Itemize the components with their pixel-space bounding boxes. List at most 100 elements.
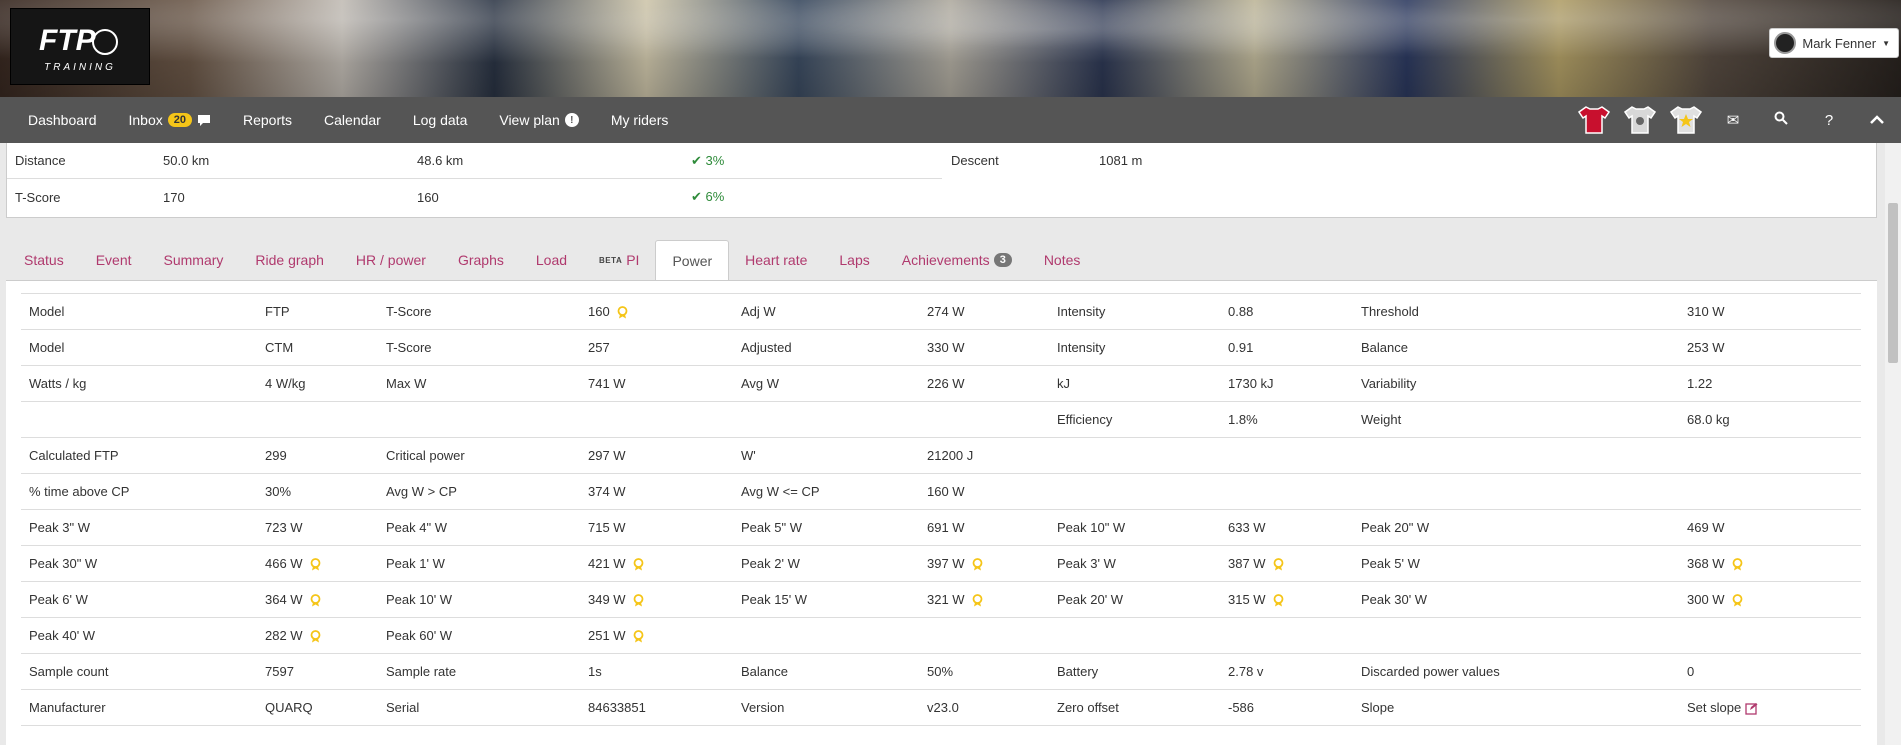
metric-label: Efficiency bbox=[1049, 401, 1220, 438]
metric-label: Peak 3" W bbox=[21, 509, 257, 546]
page-scrollbar[interactable] bbox=[1885, 143, 1901, 745]
mail-icon[interactable]: ✉ bbox=[1709, 111, 1757, 129]
metric-value-text: 691 W bbox=[927, 520, 965, 535]
tab-laps[interactable]: Laps bbox=[823, 240, 885, 280]
summary-actual: 160 bbox=[417, 189, 439, 205]
metric-label: Sample rate bbox=[378, 653, 580, 690]
metric-value: 7597 bbox=[257, 653, 378, 690]
metric-value-text: 226 W bbox=[927, 376, 965, 391]
tab-label: HR / power bbox=[355, 252, 426, 268]
metric-label: Avg W bbox=[733, 365, 919, 402]
metric-value: 257 bbox=[580, 329, 733, 366]
tab-label: Power bbox=[672, 252, 713, 269]
tab-graphs[interactable]: Graphs bbox=[442, 240, 520, 280]
metric-value: 691 W bbox=[919, 509, 1049, 546]
metric-label: Model bbox=[21, 329, 257, 366]
metric-value: 160 bbox=[580, 293, 733, 330]
summary-actual: 48.6 km bbox=[417, 153, 464, 168]
metric-value: 253 W bbox=[1679, 329, 1861, 366]
tab-ride-graph[interactable]: Ride graph bbox=[239, 240, 340, 280]
tab-power[interactable]: Power bbox=[655, 240, 730, 280]
metric-label: Critical power bbox=[378, 437, 580, 474]
metric-value: 310 W bbox=[1679, 293, 1861, 330]
metric-label: W' bbox=[733, 437, 919, 474]
award-ribbon-icon bbox=[1272, 558, 1285, 571]
metric-value: 421 W bbox=[580, 545, 733, 582]
metric-value bbox=[580, 401, 733, 438]
diff-value: 3% bbox=[705, 152, 725, 168]
nav-label: Reports bbox=[243, 112, 293, 128]
metric-value: 368 W bbox=[1679, 545, 1861, 582]
descent-label: Descent bbox=[951, 153, 999, 168]
diff-value: 6% bbox=[705, 189, 725, 204]
metric-label: Battery bbox=[1049, 653, 1220, 690]
star-jersey-icon[interactable] bbox=[1670, 105, 1702, 135]
nav-my-riders[interactable]: My riders bbox=[595, 97, 685, 143]
tab-achievements[interactable]: Achievements 3 bbox=[886, 240, 1028, 280]
metric-value[interactable]: Set slope bbox=[1679, 689, 1861, 726]
tab-pi[interactable]: BETA PI bbox=[583, 240, 655, 280]
table-row: Efficiency 1.8% Weight 68.0 kg bbox=[21, 401, 1861, 438]
help-icon[interactable]: ? bbox=[1805, 112, 1853, 129]
red-jersey-icon[interactable] bbox=[1578, 105, 1610, 135]
user-menu-button[interactable]: Mark Fenner ▼ bbox=[1769, 28, 1899, 58]
metric-label: Intensity bbox=[1049, 329, 1220, 366]
metric-value: 364 W bbox=[257, 581, 378, 618]
metric-label: Peak 10' W bbox=[378, 581, 580, 618]
metric-value: 68.0 kg bbox=[1679, 401, 1861, 438]
metric-value: QUARQ bbox=[257, 689, 378, 726]
table-row: Watts / kg 4 W/kg Max W 741 W Avg W 226 W kJ 17… bbox=[21, 365, 1861, 402]
metric-value: 50% bbox=[919, 653, 1049, 690]
metric-label bbox=[1353, 437, 1679, 474]
caret-down-icon: ▼ bbox=[1882, 38, 1890, 48]
search-icon[interactable] bbox=[1757, 111, 1805, 129]
power-panel: Model FTP T-Score 160 Adj W 274 W Intensity 0.8… bbox=[6, 280, 1877, 745]
nav-log-data[interactable]: Log data bbox=[397, 97, 484, 143]
metric-label: % time above CP bbox=[21, 473, 257, 510]
metric-value-text: QUARQ bbox=[265, 700, 313, 715]
tab-status[interactable]: Status bbox=[8, 240, 80, 280]
metric-value bbox=[1220, 617, 1353, 654]
collapse-icon[interactable] bbox=[1853, 112, 1901, 129]
metric-value bbox=[1679, 473, 1861, 510]
tab-summary[interactable]: Summary bbox=[148, 240, 240, 280]
metric-value: -586 bbox=[1220, 689, 1353, 726]
award-ribbon-icon bbox=[971, 558, 984, 571]
metric-value-text: 297 W bbox=[588, 448, 626, 463]
scrollbar-thumb[interactable] bbox=[1888, 203, 1898, 363]
polka-jersey-icon[interactable] bbox=[1624, 105, 1656, 135]
table-row: Sample count 7597 Sample rate 1s Balance 50% B… bbox=[21, 653, 1861, 690]
tab-event[interactable]: Event bbox=[80, 240, 148, 280]
award-ribbon-icon bbox=[1731, 558, 1744, 571]
metric-value: FTP bbox=[257, 293, 378, 330]
ftp-logo[interactable]: FTP TRAINING bbox=[10, 8, 150, 85]
metric-value: 21200 J bbox=[919, 437, 1049, 474]
metric-label: Peak 40' W bbox=[21, 617, 257, 654]
metric-value-text: 723 W bbox=[265, 520, 303, 535]
nav-dashboard[interactable]: Dashboard bbox=[12, 97, 113, 143]
metric-label bbox=[1049, 617, 1220, 654]
activity-tabs: Status Event Summary Ride graph HR / pow… bbox=[0, 224, 1885, 280]
metric-value: 4 W/kg bbox=[257, 365, 378, 402]
tab-notes[interactable]: Notes bbox=[1028, 240, 1097, 280]
tab-label: Status bbox=[24, 252, 64, 268]
nav-label: View plan bbox=[499, 112, 560, 128]
metric-value-text: 469 W bbox=[1687, 520, 1725, 535]
metric-label: Calculated FTP bbox=[21, 437, 257, 474]
metric-value-text: 1730 kJ bbox=[1228, 376, 1274, 391]
metric-value: 2.78 v bbox=[1220, 653, 1353, 690]
metric-value: 297 W bbox=[580, 437, 733, 474]
nav-inbox[interactable]: Inbox 20 bbox=[113, 97, 228, 143]
award-ribbon-icon bbox=[632, 630, 645, 643]
tab-hr-power[interactable]: HR / power bbox=[340, 240, 442, 280]
summary-row-distance: Distance 50.0 km 48.6 km ✔ 3% bbox=[7, 143, 942, 179]
edit-icon[interactable] bbox=[1745, 702, 1758, 715]
avatar bbox=[1774, 32, 1797, 54]
tab-heart-rate[interactable]: Heart rate bbox=[729, 240, 823, 280]
metric-value-text: FTP bbox=[265, 304, 290, 319]
metric-value: 321 W bbox=[919, 581, 1049, 618]
nav-reports[interactable]: Reports bbox=[227, 97, 308, 143]
nav-calendar[interactable]: Calendar bbox=[308, 97, 397, 143]
nav-view-plan[interactable]: View plan ! bbox=[483, 97, 594, 143]
tab-load[interactable]: Load bbox=[520, 240, 583, 280]
